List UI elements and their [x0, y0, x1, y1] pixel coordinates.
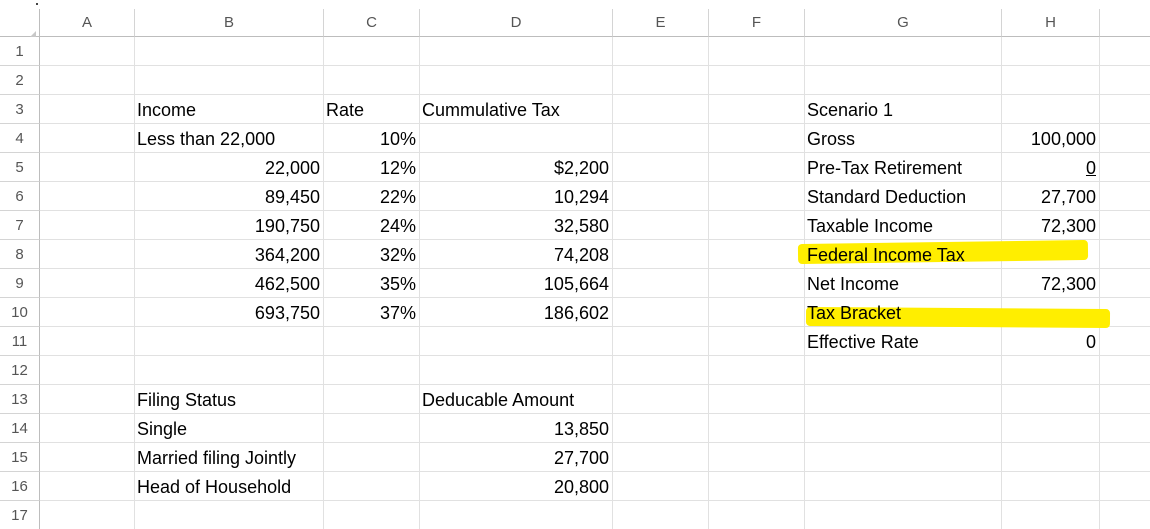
scenario-value-standard-deduction[interactable]: 27,700: [1001, 183, 1099, 212]
scenario-value-pretax-retirement[interactable]: 0: [1001, 154, 1099, 183]
scenario-label-federal-income-tax[interactable]: Federal Income Tax: [804, 241, 1001, 270]
scenario-title[interactable]: Scenario 1: [804, 96, 1001, 125]
scenario-label-effective-rate[interactable]: Effective Rate: [804, 328, 1001, 357]
row-header-2[interactable]: 2: [0, 66, 40, 95]
row-header-15[interactable]: 15: [0, 443, 40, 472]
row-header-13[interactable]: 13: [0, 385, 40, 414]
row-header-3[interactable]: 3: [0, 95, 40, 124]
deduction-amount-cell[interactable]: 20,800: [419, 473, 612, 502]
column-header-a[interactable]: A: [40, 9, 135, 37]
spreadsheet-grid[interactable]: A B C D E F G H 1 2 3 4 5 6 7 8 9 10 11 …: [0, 0, 1150, 529]
income-cell[interactable]: 89,450: [134, 183, 323, 212]
row-header-12[interactable]: 12: [0, 356, 40, 385]
filing-status-cell[interactable]: Married filing Jointly: [134, 444, 323, 473]
cumulative-tax-cell[interactable]: 10,294: [419, 183, 612, 212]
column-header-overflow: [1100, 9, 1150, 37]
row-header-1[interactable]: 1: [0, 37, 40, 66]
row-header-7[interactable]: 7: [0, 211, 40, 240]
deduction-amount-cell[interactable]: 27,700: [419, 444, 612, 473]
column-header-h[interactable]: H: [1002, 9, 1100, 37]
row-header-4[interactable]: 4: [0, 124, 40, 153]
filing-status-cell[interactable]: Single: [134, 415, 323, 444]
select-all-corner[interactable]: [0, 9, 40, 41]
rate-cell[interactable]: 22%: [323, 183, 419, 212]
cumulative-tax-cell[interactable]: 105,664: [419, 270, 612, 299]
scenario-value-net-income[interactable]: 72,300: [1001, 270, 1099, 299]
rate-cell[interactable]: 35%: [323, 270, 419, 299]
header-rate[interactable]: Rate: [323, 96, 419, 125]
column-header-b[interactable]: B: [135, 9, 324, 37]
rate-cell[interactable]: 12%: [323, 154, 419, 183]
gridline-vertical: [1099, 37, 1100, 529]
deduction-amount-cell[interactable]: 13,850: [419, 415, 612, 444]
gridline-horizontal: [40, 65, 1150, 66]
underlined-value: 0: [1085, 158, 1096, 178]
column-header-d[interactable]: D: [420, 9, 613, 37]
header-cumulative-tax[interactable]: Cummulative Tax: [419, 96, 612, 125]
cumulative-tax-cell[interactable]: 74,208: [419, 241, 612, 270]
scenario-label-tax-bracket[interactable]: Tax Bracket: [804, 299, 1001, 328]
cumulative-tax-cell[interactable]: 186,602: [419, 299, 612, 328]
scenario-value-gross[interactable]: 100,000: [1001, 125, 1099, 154]
gridline-horizontal: [40, 384, 1150, 385]
scenario-label-taxable-income[interactable]: Taxable Income: [804, 212, 1001, 241]
scenario-value-taxable-income[interactable]: 72,300: [1001, 212, 1099, 241]
scenario-value-effective-rate[interactable]: 0: [1001, 328, 1099, 357]
column-header-f[interactable]: F: [709, 9, 805, 37]
row-header-17[interactable]: 17: [0, 501, 40, 529]
scenario-label-pretax-retirement[interactable]: Pre-Tax Retirement: [804, 154, 1001, 183]
row-header-10[interactable]: 10: [0, 298, 40, 327]
formula-bar-edge: [0, 0, 1150, 9]
income-cell[interactable]: Less than 22,000: [134, 125, 323, 154]
scenario-label-net-income[interactable]: Net Income: [804, 270, 1001, 299]
income-cell[interactable]: 22,000: [134, 154, 323, 183]
column-header-c[interactable]: C: [324, 9, 420, 37]
header-deductible-amount[interactable]: Deducable Amount: [419, 386, 612, 415]
rate-cell[interactable]: 24%: [323, 212, 419, 241]
scenario-label-gross[interactable]: Gross: [804, 125, 1001, 154]
rate-cell[interactable]: 32%: [323, 241, 419, 270]
row-header-6[interactable]: 6: [0, 182, 40, 211]
income-cell[interactable]: 462,500: [134, 270, 323, 299]
scenario-value-federal-income-tax[interactable]: [1001, 241, 1099, 270]
gridline-horizontal: [40, 94, 1150, 95]
filing-status-cell[interactable]: Head of Household: [134, 473, 323, 502]
column-header-e[interactable]: E: [613, 9, 709, 37]
gridline-vertical: [612, 37, 613, 529]
income-cell[interactable]: 693,750: [134, 299, 323, 328]
income-cell[interactable]: 190,750: [134, 212, 323, 241]
dot-mark: [36, 3, 38, 5]
scenario-label-standard-deduction[interactable]: Standard Deduction: [804, 183, 1001, 212]
row-header-14[interactable]: 14: [0, 414, 40, 443]
row-header-16[interactable]: 16: [0, 472, 40, 501]
income-cell[interactable]: 364,200: [134, 241, 323, 270]
gridline-vertical: [708, 37, 709, 529]
rate-cell[interactable]: 10%: [323, 125, 419, 154]
row-header-8[interactable]: 8: [0, 240, 40, 269]
row-header-5[interactable]: 5: [0, 153, 40, 182]
column-header-g[interactable]: G: [805, 9, 1002, 37]
header-filing-status[interactable]: Filing Status: [134, 386, 323, 415]
row-header-11[interactable]: 11: [0, 327, 40, 356]
rate-cell[interactable]: 37%: [323, 299, 419, 328]
row-header-9[interactable]: 9: [0, 269, 40, 298]
cumulative-tax-cell[interactable]: 32,580: [419, 212, 612, 241]
scenario-value-tax-bracket[interactable]: [1001, 299, 1099, 328]
cumulative-tax-cell[interactable]: $2,200: [419, 154, 612, 183]
header-income[interactable]: Income: [134, 96, 323, 125]
